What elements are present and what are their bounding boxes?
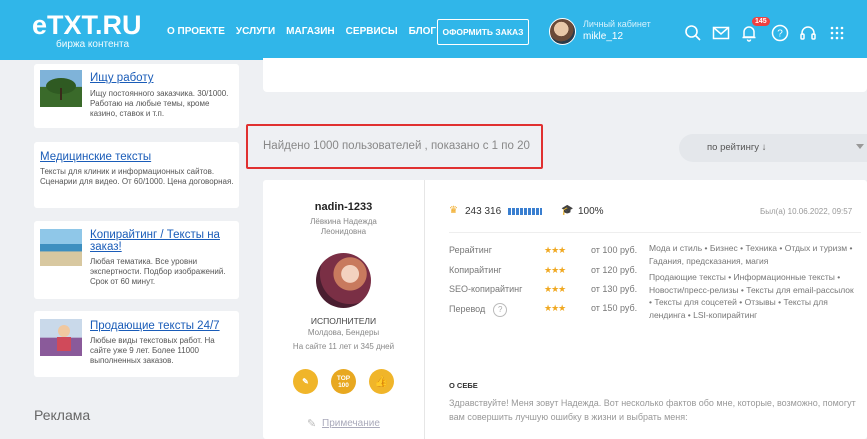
satisfaction-percent: 100% bbox=[578, 206, 604, 217]
ad-card[interactable]: Продающие тексты 24/7 Любые виды текстов… bbox=[34, 311, 239, 377]
graduation-cap-icon: 🎓 bbox=[561, 205, 574, 216]
cabinet-label[interactable]: Личный кабинет bbox=[583, 19, 651, 29]
crown-icon: ♛ bbox=[449, 205, 458, 216]
last-seen: Был(а) 10.06.2022, 09:57 bbox=[760, 207, 853, 216]
service-name: Копирайтинг bbox=[449, 265, 502, 275]
user-photo[interactable] bbox=[316, 253, 371, 308]
mail-icon[interactable] bbox=[712, 24, 730, 42]
rating-bar bbox=[508, 208, 542, 215]
help-icon[interactable]: ? bbox=[771, 24, 789, 42]
service-name: SEO-копирайтинг bbox=[449, 284, 523, 294]
ad-card[interactable]: Ищу работу Ищу постоянного заказчика. 30… bbox=[34, 64, 239, 128]
service-name: Рерайтинг bbox=[449, 245, 493, 255]
help-icon[interactable]: ? bbox=[493, 303, 508, 317]
service-stars: ★★★ bbox=[544, 265, 566, 275]
ad-title[interactable]: Ищу работу bbox=[90, 72, 153, 84]
user-location: Молдова, Бендеры bbox=[307, 328, 380, 337]
top100-medal-icon[interactable]: TOP 100 bbox=[331, 369, 356, 394]
logo-subtitle: биржа контента bbox=[56, 39, 130, 50]
service-stars: ★★★ bbox=[544, 303, 566, 313]
ads-label: Реклама bbox=[34, 407, 91, 423]
service-name-text: Перевод bbox=[449, 304, 486, 314]
like-medal-icon[interactable]: 👍 bbox=[369, 369, 394, 394]
site-logo[interactable]: eTXT.RU биржа контента bbox=[32, 10, 142, 51]
service-price: от 120 руб. bbox=[591, 265, 638, 275]
ad-text: Тексты для клиник и информационных сайто… bbox=[40, 167, 234, 186]
divider bbox=[449, 232, 861, 233]
service-stars: ★★★ bbox=[544, 284, 566, 294]
ad-thumbnail bbox=[40, 229, 82, 266]
search-icon[interactable] bbox=[684, 24, 702, 42]
ad-title[interactable]: Продающие тексты 24/7 bbox=[90, 320, 220, 332]
service-name: Перевод? bbox=[449, 303, 508, 317]
ad-text: Любая тематика. Все уровни экспертности.… bbox=[90, 257, 226, 286]
about-text: Здравствуйте! Меня зовут Надежда. Вот не… bbox=[449, 398, 856, 422]
nav-tools[interactable]: СЕРВИСЫ bbox=[346, 26, 398, 37]
service-stars: ★★★ bbox=[544, 245, 566, 255]
user-login[interactable]: nadin-1233 bbox=[263, 201, 424, 213]
logo-text: eTXT.RU bbox=[32, 10, 142, 40]
nav-services[interactable]: УСЛУГИ bbox=[236, 26, 275, 37]
avatar[interactable] bbox=[549, 18, 576, 45]
service-price: от 130 руб. bbox=[591, 284, 638, 294]
top-header: eTXT.RU биржа контента О ПРОЕКТЕ УСЛУГИ … bbox=[0, 0, 867, 60]
pencil-medal-icon[interactable]: ✎ bbox=[293, 369, 318, 394]
user-role: ИСПОЛНИТЕЛИ bbox=[310, 316, 377, 326]
categories-types: Продающие тексты • Информационные тексты… bbox=[649, 272, 854, 320]
service-price: от 100 руб. bbox=[591, 245, 638, 255]
categories-themes: Мода и стиль • Бизнес • Техника • Отдых … bbox=[649, 243, 853, 266]
ad-text: Ищу постоянного заказчика. 30/1000. Рабо… bbox=[90, 89, 229, 118]
main-nav: О ПРОЕКТЕ УСЛУГИ МАГАЗИН СЕРВИСЫ БЛОГ bbox=[167, 26, 447, 37]
ad-card[interactable]: Копирайтинг / Тексты на заказ! Любая тем… bbox=[34, 221, 239, 299]
user-categories: Мода и стиль • Бизнес • Техника • Отдых … bbox=[649, 242, 854, 321]
user-since: На сайте 11 лет и 345 дней bbox=[292, 342, 395, 351]
ad-title[interactable]: Медицинские тексты bbox=[40, 151, 151, 163]
rating-value: 243 316 bbox=[465, 206, 502, 217]
user-real-name: Лёвкина Надежда Леонидовна bbox=[310, 217, 377, 236]
bell-icon[interactable] bbox=[740, 24, 758, 42]
nav-about[interactable]: О ПРОЕКТЕ bbox=[167, 26, 225, 37]
ad-text: Любые виды текстовых работ. На сайте уже… bbox=[90, 336, 215, 365]
chevron-down-icon[interactable] bbox=[856, 144, 864, 149]
filter-panel bbox=[263, 58, 867, 92]
ad-thumbnail bbox=[40, 319, 82, 356]
grid-icon[interactable] bbox=[828, 24, 846, 42]
notification-badge: 145 bbox=[752, 17, 770, 26]
results-count: Найдено 1000 пользователей , показано с … bbox=[263, 140, 530, 152]
cabinet-username[interactable]: mikle_12 bbox=[583, 31, 623, 42]
headset-icon[interactable] bbox=[799, 24, 817, 42]
note-link[interactable]: Примечание bbox=[322, 418, 380, 429]
sort-dropdown[interactable]: по рейтингу ↓ bbox=[679, 134, 867, 162]
service-price: от 150 руб. bbox=[591, 303, 638, 313]
about-heading: О СЕБЕ bbox=[449, 381, 478, 390]
ad-title[interactable]: Копирайтинг / Тексты на заказ! bbox=[90, 229, 230, 253]
ad-thumbnail bbox=[40, 70, 82, 107]
divider bbox=[424, 180, 425, 439]
order-button[interactable]: ОФОРМИТЬ ЗАКАЗ bbox=[437, 19, 529, 45]
nav-blog[interactable]: БЛОГ bbox=[409, 26, 436, 37]
nav-shop[interactable]: МАГАЗИН bbox=[286, 26, 335, 37]
svg-text:?: ? bbox=[777, 29, 783, 40]
ad-card[interactable]: Медицинские тексты Тексты для клиник и и… bbox=[34, 142, 239, 208]
pencil-icon: ✎ bbox=[307, 418, 317, 430]
